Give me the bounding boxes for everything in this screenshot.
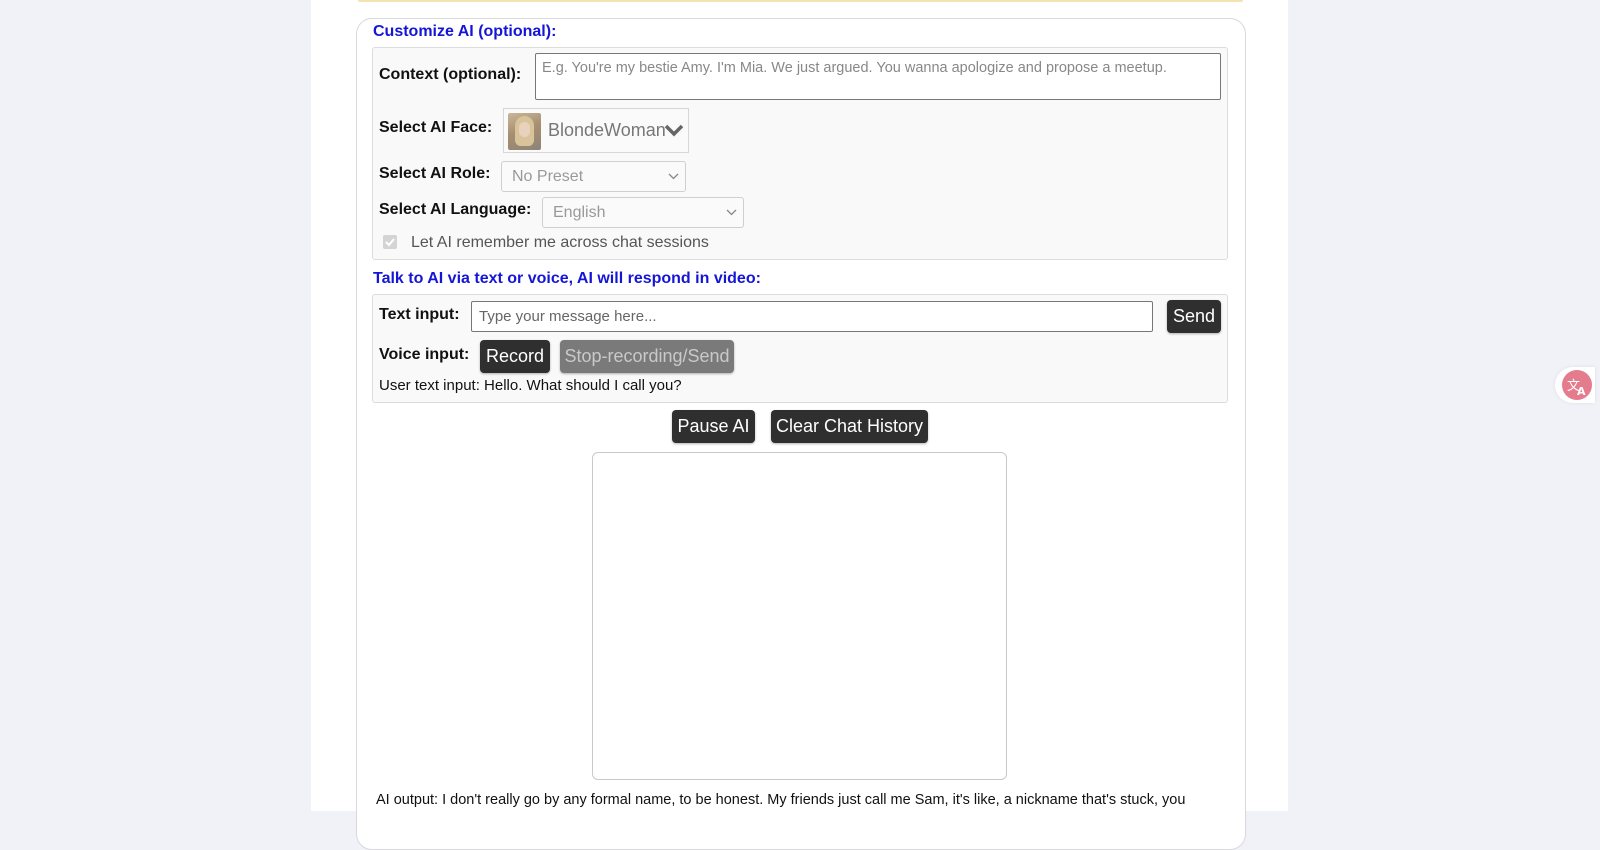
translate-icon: 文 A <box>1562 370 1592 400</box>
language-select-value: English <box>553 204 606 221</box>
user-text-echo: User text input: Hello. What should I ca… <box>379 377 682 394</box>
role-label: Select AI Role: <box>379 165 491 182</box>
message-input[interactable] <box>471 301 1153 332</box>
language-label: Select AI Language: <box>379 201 532 218</box>
record-button[interactable]: Record <box>480 340 550 373</box>
talk-section-title: Talk to AI via text or voice, AI will re… <box>373 270 761 287</box>
ai-video-player[interactable] <box>592 452 1007 780</box>
voice-input-label: Voice input: <box>379 346 470 363</box>
chevron-down-icon <box>668 173 679 180</box>
text-input-label: Text input: <box>379 306 460 323</box>
clear-chat-history-button[interactable]: Clear Chat History <box>771 410 928 443</box>
check-icon <box>385 238 395 247</box>
pause-ai-button[interactable]: Pause AI <box>672 410 755 443</box>
role-select[interactable]: No Preset <box>501 161 686 192</box>
context-label: Context (optional): <box>379 66 522 83</box>
translate-button[interactable]: 文 A <box>1555 367 1595 403</box>
chevron-down-icon <box>664 124 684 137</box>
face-thumbnail <box>508 113 541 150</box>
top-banner-edge <box>358 0 1243 2</box>
chevron-down-icon <box>726 209 737 216</box>
ai-output-text: AI output: I don't really go by any form… <box>376 792 1186 808</box>
face-select[interactable]: BlondeWoman <box>503 108 689 153</box>
svg-text:A: A <box>1577 385 1586 398</box>
context-textarea[interactable] <box>535 53 1221 100</box>
remember-label: Let AI remember me across chat sessions <box>411 234 709 251</box>
stop-recording-send-button[interactable]: Stop-recording/Send <box>560 340 734 373</box>
remember-checkbox[interactable] <box>383 235 397 249</box>
face-select-value: BlondeWoman <box>548 120 666 140</box>
language-select[interactable]: English <box>542 197 744 228</box>
send-button[interactable]: Send <box>1167 300 1221 333</box>
customize-section-title: Customize AI (optional): <box>373 23 557 40</box>
role-select-value: No Preset <box>512 168 584 185</box>
face-label: Select AI Face: <box>379 119 493 136</box>
